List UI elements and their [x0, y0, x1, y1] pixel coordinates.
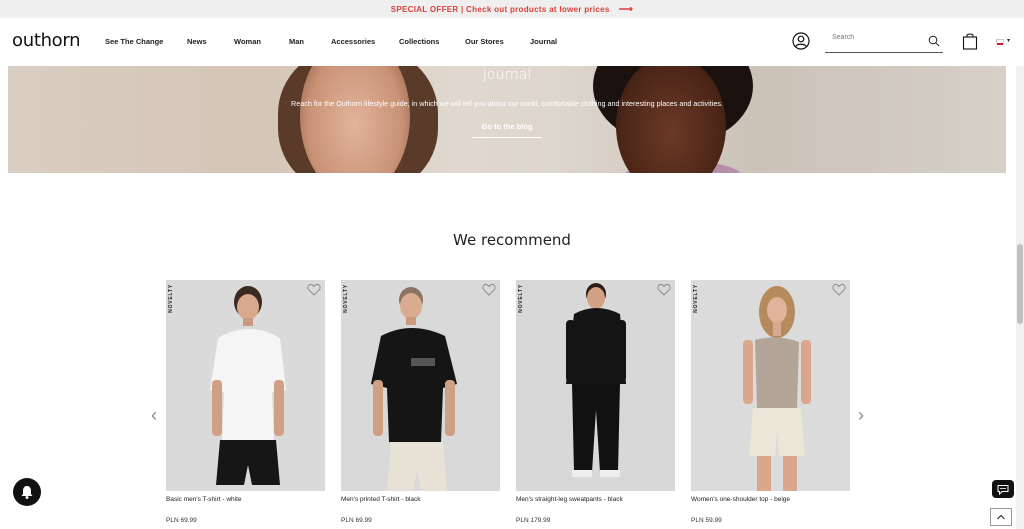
nav-item-woman[interactable]: Woman: [234, 37, 289, 46]
heart-icon[interactable]: [482, 283, 496, 296]
promo-text[interactable]: SPECIAL OFFER | Check out products at lo…: [391, 5, 610, 14]
nav-item-see-the-change[interactable]: See The Change: [105, 37, 187, 46]
product-card[interactable]: NOVELTY Women's one-shoulder top - beige…: [691, 280, 850, 524]
heart-icon[interactable]: [307, 283, 321, 296]
nav-item-news[interactable]: News: [187, 37, 234, 46]
product-name[interactable]: Men's straight-leg sweatpants - black: [516, 496, 675, 512]
bell-icon: [21, 486, 33, 499]
scrollbar-thumb[interactable]: [1017, 244, 1023, 324]
logo[interactable]: outhorn: [12, 30, 81, 51]
journal-banner: Journal Reach for the Outhorn lifestyle …: [8, 66, 1006, 173]
chevron-down-icon[interactable]: ▾: [1007, 37, 1010, 44]
nav-item-our-stores[interactable]: Our Stores: [465, 37, 530, 46]
nav-item-journal[interactable]: Journal: [530, 37, 570, 46]
main-nav: See The Change News Woman Man Accessorie…: [105, 37, 570, 46]
shopping-bag-icon[interactable]: [962, 32, 978, 50]
arrow-right-icon[interactable]: ⟶: [619, 4, 634, 15]
product-photo-black-printed-tshirt: [341, 280, 500, 491]
language-flag-icon[interactable]: [996, 39, 1004, 45]
search-icon[interactable]: [928, 35, 940, 47]
chat-icon: [997, 484, 1009, 495]
hero-title: Journal: [482, 67, 532, 83]
heart-icon[interactable]: [832, 283, 846, 296]
product-price: PLN 59.99: [691, 517, 722, 524]
nav-item-collections[interactable]: Collections: [399, 37, 465, 46]
page-scrollbar[interactable]: [1016, 66, 1024, 529]
product-image[interactable]: NOVELTY: [341, 280, 500, 491]
product-name[interactable]: Women's one-shoulder top - beige: [691, 496, 850, 512]
product-card[interactable]: NOVELTY Basic men's T-shirt - white PLN …: [166, 280, 325, 524]
product-card[interactable]: NOVELTY Men's printed T-shirt - black PL…: [341, 280, 500, 524]
nav-item-man[interactable]: Man: [289, 37, 331, 46]
product-photo-white-tshirt: [166, 280, 325, 491]
nav-item-accessories[interactable]: Accessories: [331, 37, 399, 46]
product-card[interactable]: NOVELTY Men's straight-leg sweatpants - …: [516, 280, 675, 524]
site-header: outhorn See The Change News Woman Man Ac…: [0, 18, 1024, 66]
product-image[interactable]: NOVELTY: [166, 280, 325, 491]
product-photo-beige-one-shoulder-top: [691, 280, 850, 491]
novelty-badge: NOVELTY: [168, 284, 174, 313]
product-name[interactable]: Men's printed T-shirt - black: [341, 496, 500, 512]
go-to-blog-button[interactable]: Go to the blog: [472, 122, 542, 138]
novelty-badge: NOVELTY: [343, 284, 349, 313]
section-title: We recommend: [453, 231, 571, 249]
product-photo-black-sweatpants: [516, 280, 675, 491]
scroll-to-top-button[interactable]: [990, 508, 1012, 526]
promo-bar[interactable]: SPECIAL OFFER | Check out products at lo…: [0, 0, 1024, 18]
product-name[interactable]: Basic men's T-shirt - white: [166, 496, 325, 512]
novelty-badge: NOVELTY: [518, 284, 524, 313]
product-image[interactable]: NOVELTY: [691, 280, 850, 491]
hero-subtitle: Reach for the Outhorn lifestyle guide, i…: [291, 99, 723, 108]
product-price: PLN 69.99: [166, 517, 197, 524]
carousel-prev-button[interactable]: ‹: [148, 404, 160, 426]
chat-button[interactable]: [992, 480, 1014, 498]
novelty-badge: NOVELTY: [693, 284, 699, 313]
chevron-up-icon: [997, 514, 1005, 520]
product-image[interactable]: NOVELTY: [516, 280, 675, 491]
carousel-next-button[interactable]: ›: [855, 404, 867, 426]
search-box: [825, 32, 943, 53]
heart-icon[interactable]: [657, 283, 671, 296]
notification-bell-button[interactable]: [13, 478, 41, 506]
user-account-icon[interactable]: [792, 32, 810, 50]
search-input[interactable]: [832, 34, 922, 41]
product-price: PLN 69.99: [341, 517, 372, 524]
product-price: PLN 179.99: [516, 517, 551, 524]
